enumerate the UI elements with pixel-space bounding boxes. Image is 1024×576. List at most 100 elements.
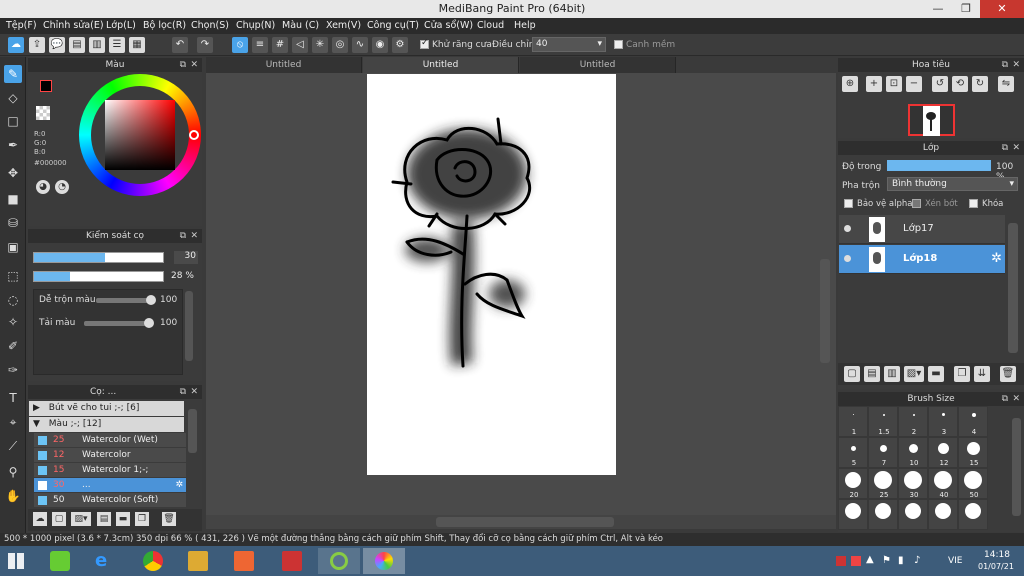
ellipse-snap-icon[interactable]: ◉: [372, 37, 388, 53]
cloud-brush-icon[interactable]: ☁: [33, 512, 47, 526]
brush-size-cell[interactable]: 3: [928, 406, 958, 437]
brush-size-cell[interactable]: 7: [868, 437, 898, 468]
copy-brush-icon[interactable]: ❐: [135, 512, 149, 526]
pen-tool-icon[interactable]: ✒: [4, 136, 22, 154]
visibility-icon[interactable]: [844, 225, 851, 232]
brush-item[interactable]: 15 Watercolor 1;-;: [34, 463, 186, 478]
hand-tool-icon[interactable]: ✋: [4, 487, 22, 505]
add-brush-dropdown-icon[interactable]: ▨▾: [71, 512, 91, 526]
brush-size-cell[interactable]: [928, 499, 958, 530]
load-slider[interactable]: [84, 318, 154, 328]
rotate-left-icon[interactable]: ↺: [932, 76, 948, 92]
menu-help[interactable]: Help: [514, 20, 536, 31]
circle-snap-icon[interactable]: ◎: [332, 37, 348, 53]
layer-scrollbar[interactable]: [1008, 223, 1018, 353]
brush-size-cell[interactable]: [868, 499, 898, 530]
brush-properties-icon[interactable]: ▤: [97, 512, 111, 526]
duplicate-layer-icon[interactable]: ❐: [954, 366, 970, 382]
brush-item[interactable]: 12 Watercolor: [34, 448, 186, 463]
panel-undock-icon[interactable]: ⧉: [1002, 58, 1008, 72]
lock-checkbox[interactable]: [969, 199, 978, 208]
palette-add-icon[interactable]: ◔: [55, 180, 69, 194]
brush-opacity-bar[interactable]: [33, 271, 164, 282]
parallel-snap-icon[interactable]: ≡: [252, 37, 268, 53]
blend-mode-select[interactable]: Bình thường ▾: [887, 177, 1018, 191]
select-rect-tool-icon[interactable]: ⬚: [4, 267, 22, 285]
canvas-horizontal-scrollbar[interactable]: [436, 517, 614, 527]
brush-size-cell[interactable]: [958, 499, 988, 530]
blend-slider[interactable]: [96, 295, 156, 305]
brush-item[interactable]: 25 Watercolor (Wet): [34, 433, 186, 448]
brush-group-2[interactable]: ▼ Màu ;-; [12]: [29, 417, 184, 432]
windows-start-icon[interactable]: [8, 553, 24, 569]
comic-icon[interactable]: ▤: [69, 37, 85, 53]
correction-select[interactable]: 40 ▾: [532, 37, 606, 52]
add-layer-dropdown-icon[interactable]: ▨▾: [904, 366, 924, 382]
chrome-icon[interactable]: [143, 551, 163, 571]
divide-tool-icon[interactable]: ⟋: [4, 437, 22, 455]
brush-tool-icon[interactable]: ✎: [4, 65, 22, 83]
brush-size-cell[interactable]: [838, 499, 868, 530]
brush-size-cell[interactable]: 25: [868, 468, 898, 499]
navigator-preview[interactable]: [908, 104, 955, 136]
gear-icon[interactable]: ✲: [991, 251, 1002, 266]
minimize-button[interactable]: —: [924, 0, 952, 18]
brush-size-cell[interactable]: 1.5: [868, 406, 898, 437]
hue-ring[interactable]: [79, 74, 201, 196]
zoom-in-icon[interactable]: +: [866, 76, 882, 92]
taskbar-app-clip[interactable]: [318, 548, 360, 574]
brush-size-cell[interactable]: 50: [958, 468, 988, 499]
share-icon[interactable]: ⇪: [29, 37, 45, 53]
zoom-actual-icon[interactable]: ⊡: [886, 76, 902, 92]
radial-snap-icon[interactable]: ✳: [312, 37, 328, 53]
menu-capture[interactable]: Chụp(N): [236, 20, 275, 31]
ie-icon[interactable]: e: [95, 550, 117, 572]
snap-off-icon[interactable]: ⦸: [232, 37, 248, 53]
menu-edit[interactable]: Chỉnh sửa(E): [43, 20, 104, 31]
operation-tool-icon[interactable]: ⌖: [4, 413, 22, 431]
brush-size-cell[interactable]: 4: [958, 406, 988, 437]
magic-wand-tool-icon[interactable]: ✧: [4, 313, 22, 331]
comment-icon[interactable]: 💬: [49, 37, 65, 53]
brush-list-scrollbar[interactable]: [188, 409, 197, 453]
new-brush-icon[interactable]: ▢: [52, 512, 66, 526]
brush-size-scrollbar[interactable]: [1012, 418, 1021, 516]
list-icon[interactable]: ☰: [109, 37, 125, 53]
flip-icon[interactable]: ⇋: [998, 76, 1014, 92]
redo-icon[interactable]: ↷: [197, 37, 213, 53]
menu-view[interactable]: Xem(V): [326, 20, 361, 31]
panel-close-icon[interactable]: ✕: [190, 385, 198, 399]
new-1bit-layer-icon[interactable]: ▥: [884, 366, 900, 382]
folder-icon[interactable]: ▬: [116, 512, 130, 526]
select-pen-tool-icon[interactable]: ✐: [4, 337, 22, 355]
delete-layer-icon[interactable]: 🗑: [1000, 366, 1016, 382]
vanish-snap-icon[interactable]: ◁: [292, 37, 308, 53]
hue-handle[interactable]: [189, 130, 199, 140]
grid-snap-icon[interactable]: #: [272, 37, 288, 53]
clock-time[interactable]: 14:18: [984, 550, 1010, 560]
brush-size-cell[interactable]: 2: [898, 406, 928, 437]
visibility-icon[interactable]: [844, 255, 851, 262]
brush-size-cell[interactable]: 15: [958, 437, 988, 468]
folder-icon[interactable]: [188, 551, 208, 571]
undo-icon[interactable]: ↶: [172, 37, 188, 53]
rect-tool-icon[interactable]: □: [4, 112, 22, 130]
folder-icon[interactable]: ▬: [928, 366, 944, 382]
brush-item[interactable]: 50 Watercolor (Soft): [34, 493, 186, 508]
panel-undock-icon[interactable]: ⧉: [1002, 392, 1008, 406]
zoom-out-icon[interactable]: −: [906, 76, 922, 92]
tray-icon[interactable]: [836, 556, 846, 566]
menu-tools[interactable]: Công cụ(T): [367, 20, 419, 31]
doc-tab-3[interactable]: Untitled: [520, 57, 676, 73]
menu-filter[interactable]: Bộ lọc(R): [143, 20, 186, 31]
doc-tab-2[interactable]: Untitled: [363, 57, 519, 73]
panel-undock-icon[interactable]: ⧉: [180, 229, 186, 243]
menu-layer[interactable]: Lớp(L): [106, 20, 136, 31]
brush-group-1[interactable]: ▶ Bút vẽ cho tui ;-; [6]: [29, 401, 184, 416]
drawing-canvas[interactable]: [367, 74, 616, 475]
brush-size-cell[interactable]: 10: [898, 437, 928, 468]
clipping-checkbox[interactable]: [912, 199, 921, 208]
panel-close-icon[interactable]: ✕: [1012, 392, 1020, 406]
taskbar-app-medibang[interactable]: [363, 548, 405, 574]
new-layer-icon[interactable]: ▢: [844, 366, 860, 382]
